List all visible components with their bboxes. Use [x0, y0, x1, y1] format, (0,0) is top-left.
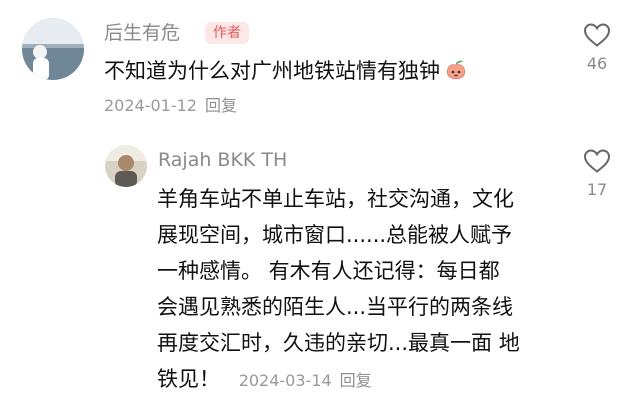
reply-text-line: 一种感情。 有木有人还记得：每日都: [157, 259, 500, 283]
comment-text-content: 不知道为什么对广州地铁站情有独钟: [104, 59, 440, 83]
peach-face-emoji-icon: [444, 59, 468, 91]
avatar-photo: [22, 18, 84, 80]
reply-avatar[interactable]: [105, 145, 147, 187]
comment-like-button[interactable]: 46: [577, 22, 617, 73]
comment-reply-button[interactable]: 回复: [205, 96, 237, 115]
reply-text-line: 羊角车站不单止车站，社交沟通，文化: [157, 187, 514, 211]
avatar[interactable]: [22, 18, 84, 80]
reply-text-line: 展现空间，城市窗口......总能被人赋予: [157, 223, 513, 247]
comment-like-count: 46: [586, 54, 608, 73]
reply-avatar-photo: [105, 145, 147, 187]
reply-text-line: 再度交汇时，久违的亲切...最真一面 地: [157, 331, 520, 355]
reply-text-line: 铁见！: [157, 367, 220, 391]
reply-text: 羊角车站不单止车站，社交沟通，文化 展现空间，城市窗口......总能被人赋予 …: [157, 181, 557, 397]
comment-date: 2024-01-12: [104, 96, 197, 115]
reply-username[interactable]: Rajah BKK TH: [158, 147, 287, 173]
reply-meta: 2024-03-14 回复: [239, 371, 372, 390]
reply-text-line: 会遇见熟悉的陌生人...当平行的两条线: [157, 295, 514, 319]
reply-text-last-line: 铁见！ 2024-03-14 回复: [157, 361, 557, 397]
reply-like-count: 17: [586, 180, 608, 199]
heart-icon: [583, 149, 611, 173]
reply-reply-button[interactable]: 回复: [340, 371, 372, 390]
comment-meta: 2024-01-12 回复: [104, 95, 237, 117]
comment-text: 不知道为什么对广州地铁站情有独钟: [104, 56, 468, 91]
reply-like-button[interactable]: 17: [577, 148, 617, 199]
heart-icon: [583, 23, 611, 47]
comment-username[interactable]: 后生有危: [104, 20, 180, 46]
reply-date: 2024-03-14: [238, 371, 332, 390]
author-badge: 作者: [205, 22, 249, 44]
